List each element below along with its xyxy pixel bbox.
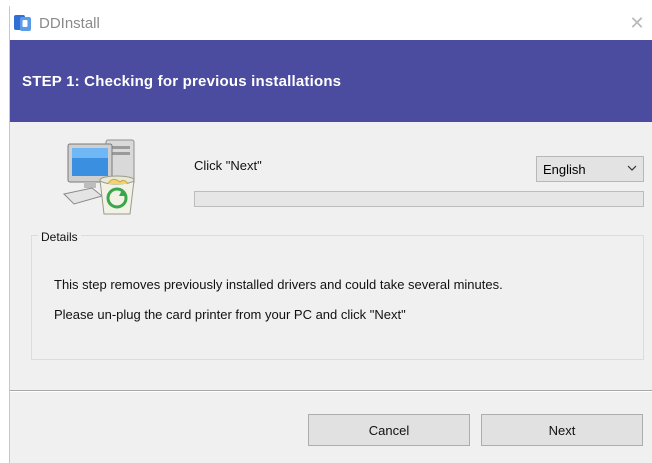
computer-recycle-icon <box>62 139 135 215</box>
close-button[interactable]: ✕ <box>624 10 650 36</box>
installer-window: DDInstall ✕ STEP 1: Checking for previou… <box>9 6 652 463</box>
chevron-down-icon <box>627 165 637 171</box>
close-icon: ✕ <box>629 12 645 33</box>
step-banner: STEP 1: Checking for previous installati… <box>10 40 652 122</box>
cancel-button[interactable]: Cancel <box>308 414 470 446</box>
next-button[interactable]: Next <box>481 414 643 446</box>
step-title: STEP 1: Checking for previous installati… <box>22 73 342 90</box>
footer-separator <box>10 390 652 392</box>
details-line: Please un-plug the card printer from you… <box>54 307 406 322</box>
details-legend: Details <box>38 230 81 244</box>
window-title: DDInstall <box>39 15 100 32</box>
title-bar: DDInstall ✕ <box>10 6 652 40</box>
details-line: This step removes previously installed d… <box>54 277 503 292</box>
language-select-value: English <box>543 162 586 177</box>
language-select[interactable]: English <box>536 156 644 182</box>
progress-bar <box>194 191 644 207</box>
instruction-text: Click "Next" <box>194 158 262 173</box>
app-icon <box>14 15 31 31</box>
details-group <box>31 235 644 360</box>
